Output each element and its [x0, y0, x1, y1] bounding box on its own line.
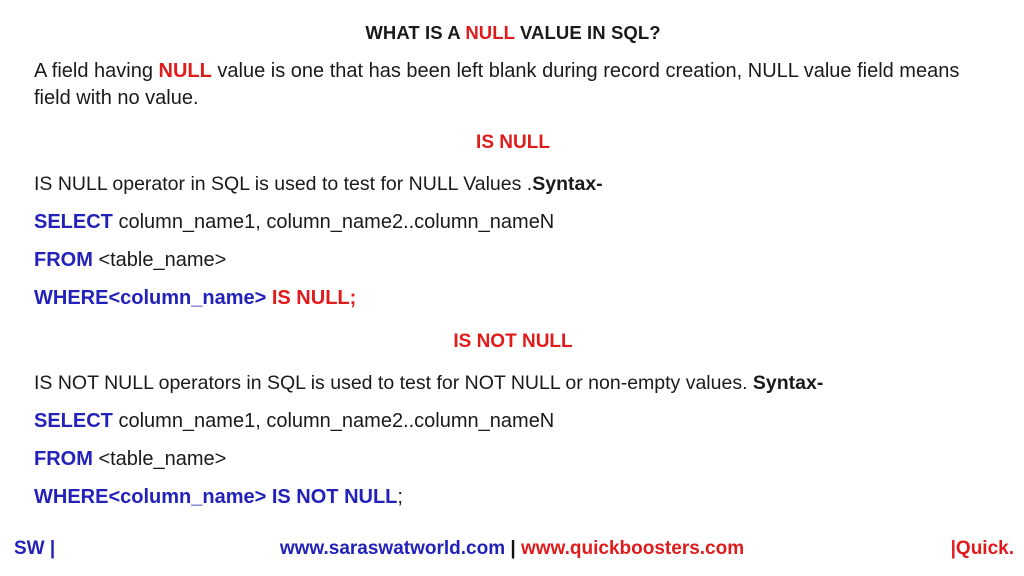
section-heading-is-not-null: IS NOT NULL — [453, 331, 573, 353]
is-null-description-text: IS NULL operator in SQL is used to test … — [34, 172, 533, 195]
footer-link-saraswatworld[interactable]: www.saraswatworld.com — [280, 538, 505, 559]
title-highlight-null: NULL — [465, 22, 515, 43]
keyword-select: SELECT — [34, 410, 113, 433]
is-null-where-line: WHERE<column_name> IS NULL; — [34, 285, 992, 311]
keyword-from: FROM — [34, 249, 93, 272]
where-condition-is-not-null: IS NOT NULL — [266, 486, 398, 509]
footer-brand-right: |Quick. — [950, 538, 1014, 559]
is-not-null-description-text: IS NOT NULL operators in SQL is used to … — [34, 372, 753, 395]
where-condition-is-null: IS NULL; — [266, 287, 357, 310]
is-null-description: IS NULL operator in SQL is used to test … — [34, 171, 992, 197]
select-columns: column_name1, column_name2..column_nameN — [112, 211, 555, 234]
slide-footer: SW | www.saraswatworld.com | www.quickbo… — [0, 538, 1024, 568]
keyword-select: SELECT — [34, 211, 113, 234]
intro-part1: A field having — [34, 60, 159, 83]
keyword-where: WHERE — [34, 287, 109, 310]
footer-separator: | — [505, 538, 521, 559]
title-text-after: VALUE IN SQL? — [514, 22, 661, 43]
title-text-before: WHAT IS A — [365, 22, 466, 43]
is-null-from-line: FROM <table_name> — [34, 247, 992, 273]
footer-link-quickboosters[interactable]: www.quickboosters.com — [521, 538, 744, 559]
is-not-null-from-line: FROM <table_name> — [34, 446, 992, 472]
intro-paragraph: A field having NULL value is one that ha… — [34, 58, 992, 112]
keyword-where: WHERE — [34, 486, 109, 509]
slide-root: WHAT IS A NULL VALUE IN SQL? A field hav… — [0, 0, 1024, 576]
intro-highlight-null: NULL — [158, 60, 212, 83]
where-column-placeholder: <column_name> — [108, 486, 267, 509]
footer-links: www.saraswatworld.com | www.quickbooster… — [0, 538, 1024, 560]
slide-content: WHAT IS A NULL VALUE IN SQL? A field hav… — [34, 22, 992, 510]
section-heading-is-null: IS NULL — [476, 132, 550, 154]
where-column-placeholder: <column_name> — [108, 287, 267, 310]
from-table: <table_name> — [92, 448, 227, 471]
is-null-syntax-label: Syntax- — [532, 172, 603, 195]
is-not-null-where-line: WHERE<column_name> IS NOT NULL; — [34, 484, 992, 510]
is-not-null-select-line: SELECT column_name1, column_name2..colum… — [34, 408, 992, 434]
select-columns: column_name1, column_name2..column_nameN — [112, 410, 555, 433]
page-title: WHAT IS A NULL VALUE IN SQL? — [34, 22, 992, 44]
from-table: <table_name> — [92, 249, 227, 272]
is-not-null-syntax-label: Syntax- — [752, 372, 824, 395]
is-not-null-description: IS NOT NULL operators in SQL is used to … — [34, 370, 992, 396]
is-null-select-line: SELECT column_name1, column_name2..colum… — [34, 209, 992, 235]
keyword-from: FROM — [34, 448, 93, 471]
where-semicolon: ; — [397, 486, 403, 509]
